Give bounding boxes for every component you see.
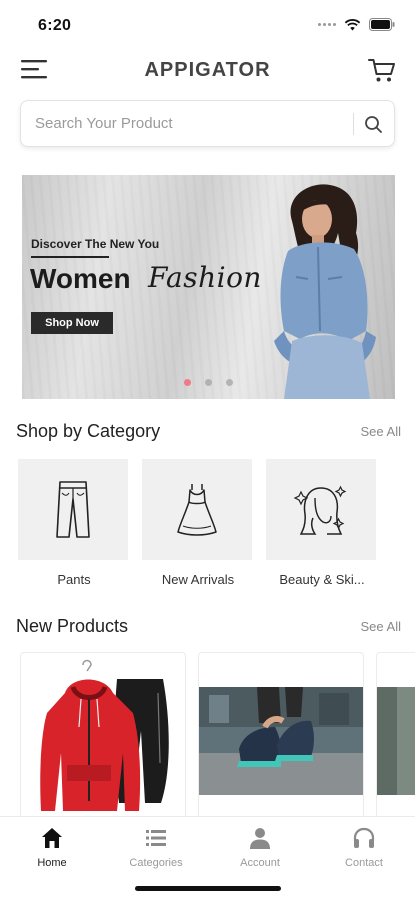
nav-label: Contact (345, 857, 383, 869)
search-bar (20, 100, 395, 147)
category-list: Pants New Arrivals Beauty & Ski... (18, 459, 415, 589)
category-item-beauty[interactable]: Beauty & Ski... (266, 459, 376, 589)
signal-icon (318, 23, 336, 26)
see-all-products-link[interactable]: See All (361, 619, 401, 634)
beauty-face-icon (293, 485, 347, 535)
status-bar: 6:20 (0, 0, 415, 50)
pants-icon (56, 480, 90, 538)
category-tile (266, 459, 376, 560)
nav-home[interactable]: Home (0, 817, 104, 877)
wifi-icon (344, 18, 361, 30)
shopping-cart-icon (368, 59, 395, 82)
banner-subtitle: Discover The New You (31, 237, 160, 251)
dress-icon (177, 483, 217, 536)
product-image (377, 687, 415, 795)
app-title: APPIGATOR (144, 59, 271, 81)
search-icon (365, 116, 382, 133)
user-icon (250, 828, 270, 849)
category-tile (18, 459, 128, 560)
search-divider (353, 113, 354, 135)
category-label: Pants (57, 572, 91, 587)
product-image-sneakers (199, 687, 363, 795)
status-icons (318, 18, 395, 31)
home-indicator (135, 886, 281, 891)
nav-label: Categories (129, 857, 183, 869)
product-list (20, 652, 415, 816)
nav-contact[interactable]: Contact (312, 817, 415, 877)
category-item-pants[interactable]: Pants (18, 459, 128, 589)
category-label: Beauty & Ski... (279, 572, 365, 587)
nav-label: Account (240, 857, 280, 869)
nav-label: Home (37, 857, 67, 869)
banner-dot[interactable] (205, 379, 212, 386)
banner-pagination (22, 379, 395, 386)
product-card[interactable] (20, 652, 186, 816)
nav-account[interactable]: Account (208, 817, 312, 877)
home-icon (42, 828, 62, 848)
promo-banner[interactable]: Discover The New You Women Fashion Shop … (22, 175, 395, 399)
section-title: Shop by Category (16, 421, 161, 441)
banner-title-script: Fashion (148, 261, 262, 294)
section-title: New Products (16, 616, 129, 636)
app-header: APPIGATOR (0, 50, 415, 90)
product-card[interactable] (198, 652, 364, 816)
headphones-icon (353, 827, 375, 848)
category-label: New Arrivals (161, 572, 235, 587)
category-item-new-arrivals[interactable]: New Arrivals (142, 459, 252, 589)
see-all-categories-link[interactable]: See All (361, 424, 401, 439)
cart-button[interactable] (367, 55, 397, 85)
banner-dot[interactable] (184, 379, 191, 386)
banner-dot[interactable] (226, 379, 233, 386)
nav-categories[interactable]: Categories (104, 817, 208, 877)
products-section-header: New Products See All (16, 616, 401, 642)
battery-icon (369, 18, 395, 31)
search-input[interactable] (35, 101, 345, 146)
banner-model-image (274, 184, 376, 399)
product-card[interactable] (376, 652, 415, 816)
category-section-header: Shop by Category See All (16, 421, 401, 447)
search-button[interactable] (361, 112, 387, 136)
shop-now-button[interactable]: Shop Now (31, 312, 113, 334)
list-icon (146, 830, 166, 846)
banner-title: Women (30, 263, 131, 294)
status-time: 6:20 (38, 17, 72, 34)
category-tile (142, 459, 252, 560)
banner-divider (31, 256, 109, 258)
product-image-tracksuit (40, 659, 169, 811)
